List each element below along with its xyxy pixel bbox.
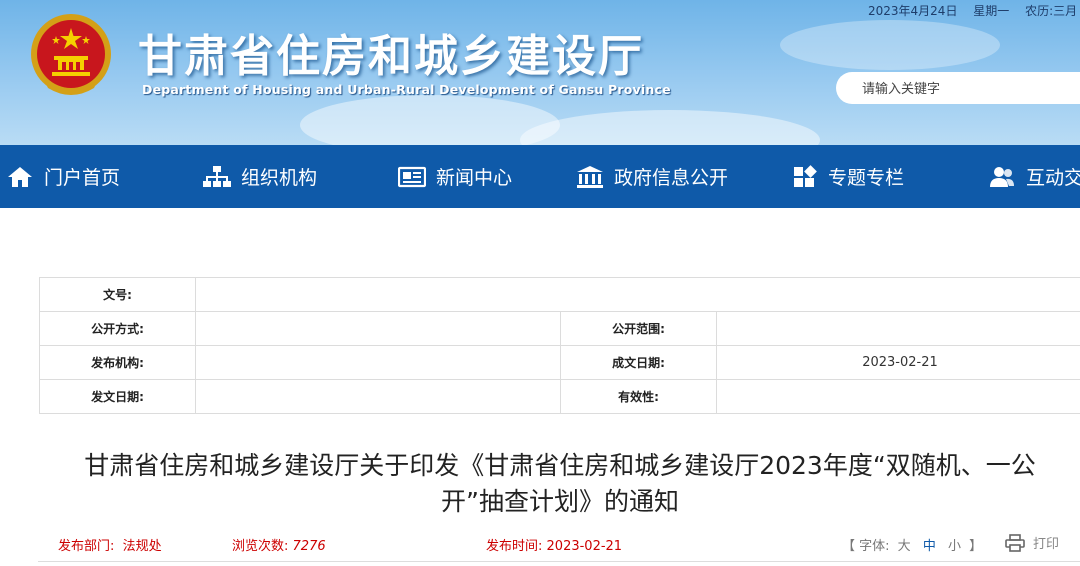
print-label: 打印 — [1033, 537, 1060, 552]
search-input[interactable] — [860, 72, 1080, 106]
table-row: 发文日期: 有效性: — [39, 379, 1080, 414]
nav-item-label: 互动交 — [1026, 167, 1080, 189]
date-bar: 2023年4月24日 星期一 农历:三月 — [868, 2, 1080, 19]
publish-dept-label: 发布部门: — [58, 539, 115, 554]
font-size-small[interactable]: 小 — [948, 539, 961, 554]
home-icon — [8, 166, 32, 187]
nav-item-label: 政府信息公开 — [614, 167, 729, 189]
nav-item-news[interactable]: 新闻中心 — [398, 145, 512, 208]
nav-item-label: 新闻中心 — [436, 167, 513, 189]
article-title: 甘肃省住房和城乡建设厅关于印发《甘肃省住房和城乡建设厅2023年度“双随机、一公… — [60, 448, 1060, 520]
publish-time-label: 发布时间: — [486, 539, 543, 554]
wenhao-label: 文号: — [39, 277, 196, 312]
chengwen-riqi-label: 成文日期: — [560, 345, 717, 380]
table-row: 发布机构: 成文日期: 2023-02-21 — [39, 345, 1080, 380]
fawen-riqi-label: 发文日期: — [39, 379, 196, 414]
font-size-switcher: 【 字体: 大 中 小 】 — [842, 535, 982, 554]
view-count: 浏览次数: 7276 — [232, 535, 326, 554]
cloud-decoration — [520, 110, 820, 145]
font-size-close: 】 — [969, 539, 983, 554]
gongkai-fanwei-value — [716, 311, 1080, 346]
article-title-line: 开”抽查计划》的通知 — [441, 487, 679, 516]
main-nav: 门户首页 组织机构 新闻中心 政府信息公开 专题专栏 互动交 — [0, 145, 1080, 208]
fabu-jigou-value — [195, 345, 561, 380]
fabu-jigou-label: 发布机构: — [39, 345, 196, 380]
article-title-line: 甘肃省住房和城乡建设厅关于印发《甘肃省住房和城乡建设厅2023年度“双随机、一公 — [84, 451, 1036, 480]
article-info-bar: 发布部门: 法规处 浏览次数: 7276 发布时间: 2023-02-21 【 … — [0, 533, 1080, 555]
youxiaoxing-label: 有效性: — [560, 379, 717, 414]
table-row: 文号: — [39, 277, 1080, 312]
font-size-label: 【 字体: — [842, 539, 890, 554]
print-button[interactable]: 打印 — [1005, 533, 1059, 552]
publish-dept-value: 法规处 — [122, 539, 162, 554]
publish-time-value: 2023-02-21 — [546, 539, 623, 554]
nav-item-home[interactable]: 门户首页 — [6, 145, 120, 208]
lunar-date-text: 农历:三月 — [1025, 4, 1078, 18]
nav-item-label: 组织机构 — [241, 167, 318, 189]
site-header: 2023年4月24日 星期一 农历:三月 甘肃省住房和城乡建设厅 Departm… — [0, 0, 1080, 145]
font-size-medium[interactable]: 中 — [923, 539, 936, 554]
nav-item-gov-info[interactable]: 政府信息公开 — [576, 145, 728, 208]
font-size-large[interactable]: 大 — [898, 539, 911, 554]
view-count-label: 浏览次数: — [232, 539, 289, 554]
wenhao-value — [195, 277, 1080, 312]
nav-item-label: 门户首页 — [44, 167, 121, 189]
nav-item-label: 专题专栏 — [828, 167, 905, 189]
divider — [38, 561, 1080, 562]
grid-icon — [794, 164, 817, 187]
weekday-text: 星期一 — [973, 4, 1010, 18]
gongkai-fangshi-label: 公开方式: — [39, 311, 196, 346]
chengwen-riqi-value: 2023-02-21 — [716, 345, 1080, 380]
nav-item-organization[interactable]: 组织机构 — [203, 145, 317, 208]
government-building-icon — [577, 165, 603, 188]
fawen-riqi-value — [195, 379, 561, 414]
nav-item-special-topics[interactable]: 专题专栏 — [792, 145, 904, 208]
national-emblem-icon — [31, 14, 111, 95]
table-row: 公开方式: 公开范围: — [39, 311, 1080, 346]
publish-time: 发布时间: 2023-02-21 — [486, 535, 622, 554]
gongkai-fangshi-value — [195, 311, 561, 346]
printer-icon — [1005, 533, 1025, 552]
users-icon — [990, 166, 1014, 187]
search-box — [836, 72, 1080, 106]
cloud-decoration — [780, 20, 1000, 70]
gongkai-fanwei-label: 公开范围: — [560, 311, 717, 346]
news-icon — [398, 166, 426, 187]
view-count-value: 7276 — [292, 539, 326, 554]
org-chart-icon — [203, 165, 231, 187]
document-meta-table: 文号: 公开方式: 公开范围: 发布机构: 成文日期: 2023-02-21 发… — [39, 277, 1080, 414]
date-text: 2023年4月24日 — [868, 4, 958, 18]
site-subtitle: Department of Housing and Urban-Rural De… — [142, 82, 671, 97]
youxiaoxing-value — [716, 379, 1080, 414]
nav-item-interaction[interactable]: 互动交 — [988, 145, 1080, 208]
site-title: 甘肃省住房和城乡建设厅 — [138, 31, 644, 82]
publish-dept: 发布部门: 法规处 — [58, 535, 162, 554]
